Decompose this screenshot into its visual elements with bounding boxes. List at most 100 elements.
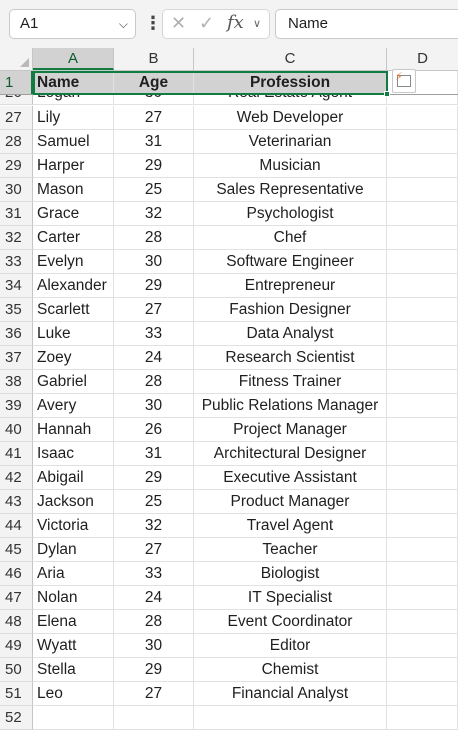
cell-empty[interactable] xyxy=(387,202,458,226)
cell-name[interactable]: Nolan xyxy=(33,586,114,610)
row-header[interactable]: 51 xyxy=(0,682,33,706)
chevron-down-icon[interactable]: ⌵ xyxy=(119,10,128,38)
cell-age[interactable]: 33 xyxy=(114,562,194,586)
cell-age[interactable]: 25 xyxy=(114,490,194,514)
cell-age[interactable] xyxy=(114,706,194,730)
cell-age[interactable]: 30 xyxy=(114,634,194,658)
cell-age[interactable]: 31 xyxy=(114,442,194,466)
cell-empty[interactable] xyxy=(387,178,458,202)
cell-age[interactable]: 33 xyxy=(114,322,194,346)
cell-name[interactable]: Mason xyxy=(33,178,114,202)
row-header[interactable]: 47 xyxy=(0,586,33,610)
cell-age[interactable]: 29 xyxy=(114,274,194,298)
fx-icon[interactable]: fx xyxy=(227,12,244,33)
cell-profession[interactable] xyxy=(194,706,387,730)
column-header-b[interactable]: B xyxy=(114,48,194,70)
cell-age[interactable]: 28 xyxy=(114,370,194,394)
cell-empty[interactable] xyxy=(387,610,458,634)
cell-age[interactable]: 30 xyxy=(114,250,194,274)
cell-empty[interactable] xyxy=(387,370,458,394)
check-icon[interactable]: ✓ xyxy=(199,13,214,34)
cell-profession[interactable]: Executive Assistant xyxy=(194,466,387,490)
cell-name[interactable]: Scarlett xyxy=(33,298,114,322)
cell-age[interactable]: 30 xyxy=(114,95,194,105)
row-header[interactable]: 43 xyxy=(0,490,33,514)
cell-age[interactable]: 27 xyxy=(114,538,194,562)
row-header[interactable]: 38 xyxy=(0,370,33,394)
cell-name[interactable]: Luke xyxy=(33,322,114,346)
cell-profession[interactable]: Chemist xyxy=(194,658,387,682)
row-header[interactable]: 30 xyxy=(0,178,33,202)
formula-input[interactable]: Name xyxy=(275,9,458,39)
cell-name[interactable]: Alexander xyxy=(33,274,114,298)
row-header[interactable]: 28 xyxy=(0,130,33,154)
cell-age[interactable]: 32 xyxy=(114,202,194,226)
cell-profession[interactable]: IT Specialist xyxy=(194,586,387,610)
cell-name[interactable]: Gabriel xyxy=(33,370,114,394)
cell-empty[interactable] xyxy=(387,130,458,154)
cell-age[interactable]: 26 xyxy=(114,418,194,442)
row-header[interactable]: 39 xyxy=(0,394,33,418)
cell-age[interactable]: 24 xyxy=(114,586,194,610)
cell-name[interactable]: Grace xyxy=(33,202,114,226)
cell-age[interactable]: 25 xyxy=(114,178,194,202)
cell-age[interactable]: 24 xyxy=(114,346,194,370)
row-header[interactable]: 45 xyxy=(0,538,33,562)
cell-empty[interactable] xyxy=(387,394,458,418)
column-header-d[interactable]: D xyxy=(387,48,458,70)
vertical-dots-icon[interactable]: ⋮ xyxy=(144,12,162,36)
row-header[interactable]: 27 xyxy=(0,106,33,130)
cell-empty[interactable] xyxy=(387,346,458,370)
cell-name[interactable]: Hannah xyxy=(33,418,114,442)
cell-profession[interactable]: Architectural Designer xyxy=(194,442,387,466)
cell-profession[interactable]: Fitness Trainer xyxy=(194,370,387,394)
column-header-c[interactable]: C xyxy=(194,48,387,70)
cell-name[interactable]: Zoey xyxy=(33,346,114,370)
cell-empty[interactable] xyxy=(387,586,458,610)
cell-empty[interactable] xyxy=(387,226,458,250)
cell-age[interactable]: 27 xyxy=(114,682,194,706)
cell-name[interactable]: Victoria xyxy=(33,514,114,538)
cell-profession[interactable]: Research Scientist xyxy=(194,346,387,370)
cell-name[interactable]: Avery xyxy=(33,394,114,418)
cell-name[interactable]: Jackson xyxy=(33,490,114,514)
cell-empty[interactable] xyxy=(387,634,458,658)
row-header[interactable]: 49 xyxy=(0,634,33,658)
cell-age[interactable]: 27 xyxy=(114,106,194,130)
cell-profession[interactable]: Product Manager xyxy=(194,490,387,514)
cell-profession[interactable]: Public Relations Manager xyxy=(194,394,387,418)
cell-profession[interactable]: Web Developer xyxy=(194,106,387,130)
cell-empty[interactable] xyxy=(387,298,458,322)
row-header[interactable]: 29 xyxy=(0,154,33,178)
cell-name[interactable]: Carter xyxy=(33,226,114,250)
cell-name[interactable]: Leo xyxy=(33,682,114,706)
cell-b1[interactable]: Age xyxy=(114,71,194,95)
cell-profession[interactable]: Veterinarian xyxy=(194,130,387,154)
cell-age[interactable]: 31 xyxy=(114,130,194,154)
close-icon[interactable]: ✕ xyxy=(171,13,186,34)
cell-age[interactable]: 29 xyxy=(114,154,194,178)
cell-profession[interactable]: Travel Agent xyxy=(194,514,387,538)
cell-age[interactable]: 30 xyxy=(114,394,194,418)
cell-profession[interactable]: Software Engineer xyxy=(194,250,387,274)
cell-profession[interactable]: Psychologist xyxy=(194,202,387,226)
row-header[interactable]: 1 xyxy=(0,71,33,95)
quick-analysis-icon[interactable]: ⚡ xyxy=(392,69,416,93)
row-header[interactable]: 32 xyxy=(0,226,33,250)
cell-profession[interactable]: Editor xyxy=(194,634,387,658)
row-header[interactable]: 41 xyxy=(0,442,33,466)
cell-profession[interactable]: Project Manager xyxy=(194,418,387,442)
fill-handle[interactable] xyxy=(384,91,390,97)
cell-name[interactable]: Abigail xyxy=(33,466,114,490)
cell-empty[interactable] xyxy=(387,274,458,298)
cell-profession[interactable]: Data Analyst xyxy=(194,322,387,346)
cell-profession[interactable]: Fashion Designer xyxy=(194,298,387,322)
cell-empty[interactable] xyxy=(387,95,458,105)
cell-empty[interactable] xyxy=(387,538,458,562)
cell-empty[interactable] xyxy=(387,514,458,538)
row-header[interactable]: 44 xyxy=(0,514,33,538)
row-header[interactable]: 46 xyxy=(0,562,33,586)
cell-name[interactable]: Harper xyxy=(33,154,114,178)
cell-profession[interactable]: Event Coordinator xyxy=(194,610,387,634)
cell-name[interactable]: Evelyn xyxy=(33,250,114,274)
